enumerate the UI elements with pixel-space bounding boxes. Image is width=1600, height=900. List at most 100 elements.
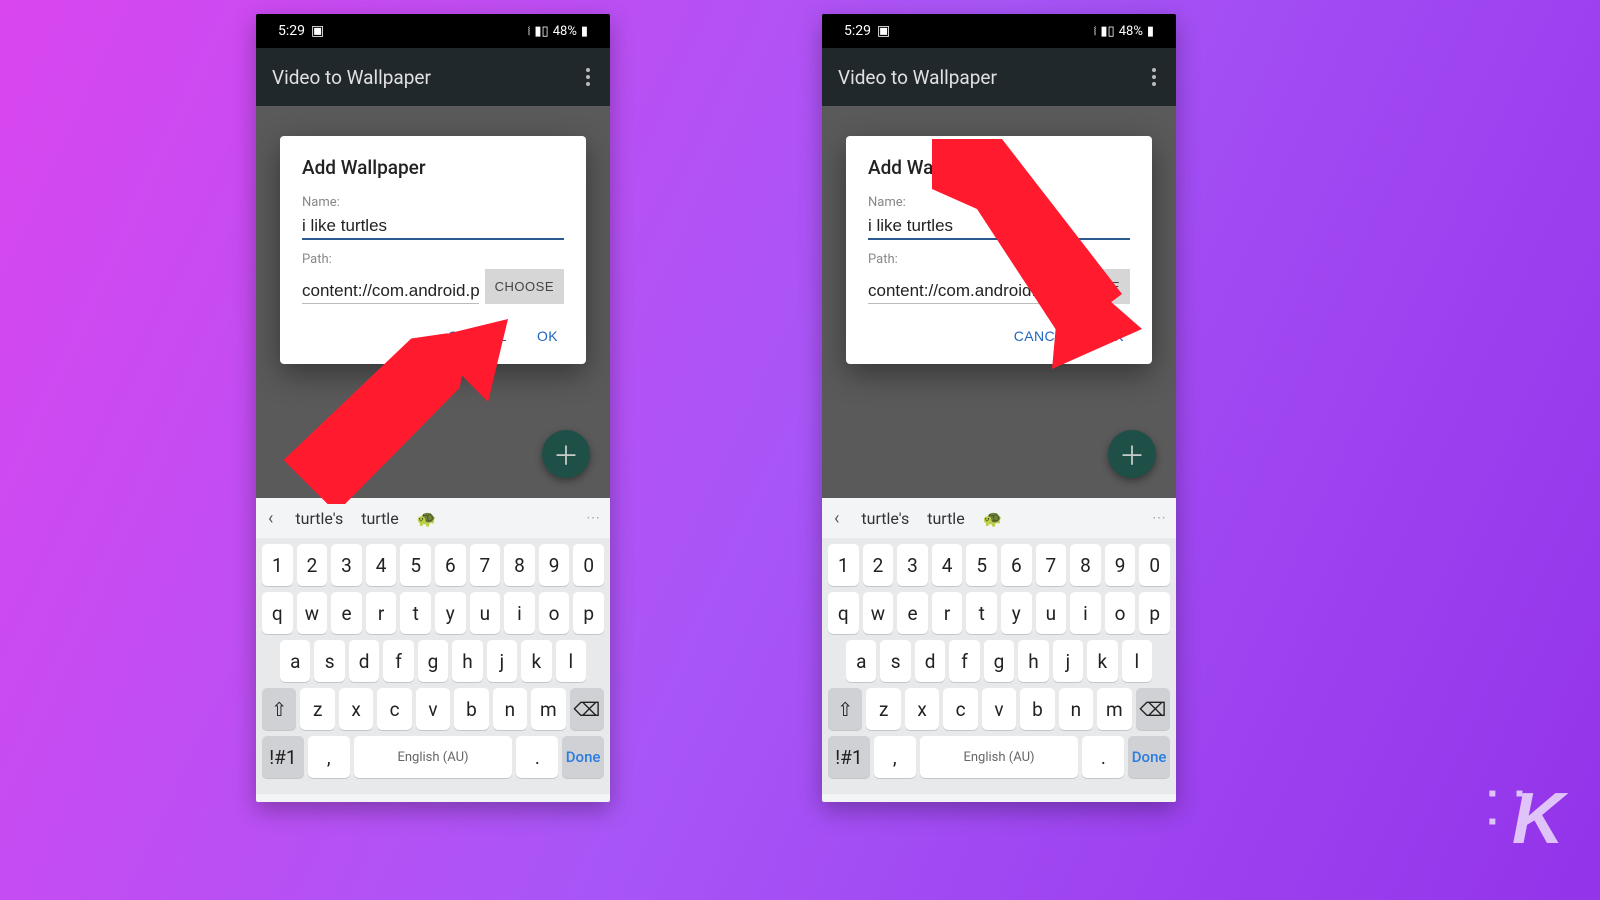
- key-z[interactable]: z: [300, 688, 334, 730]
- key-period[interactable]: .: [516, 736, 558, 778]
- cancel-button[interactable]: CANCEL: [446, 322, 509, 350]
- key-h[interactable]: h: [452, 640, 482, 682]
- path-input[interactable]: [868, 277, 1045, 304]
- key-4[interactable]: 4: [932, 544, 963, 586]
- key-c[interactable]: c: [943, 688, 977, 730]
- choose-button[interactable]: CHOOSE: [1051, 269, 1130, 304]
- key-o[interactable]: o: [1105, 592, 1136, 634]
- key-t[interactable]: t: [966, 592, 997, 634]
- key-b[interactable]: b: [454, 688, 488, 730]
- suggestion-2[interactable]: turtle: [361, 509, 398, 528]
- name-input[interactable]: [868, 212, 1130, 240]
- suggestion-1[interactable]: turtle's: [295, 509, 343, 528]
- key-w[interactable]: w: [863, 592, 894, 634]
- key-c[interactable]: c: [377, 688, 411, 730]
- suggestion-back-icon[interactable]: ‹: [264, 506, 277, 531]
- key-0[interactable]: 0: [573, 544, 604, 586]
- key-r[interactable]: r: [932, 592, 963, 634]
- key-3[interactable]: 3: [331, 544, 362, 586]
- key-space[interactable]: English (AU): [920, 736, 1079, 778]
- key-u[interactable]: u: [1036, 592, 1067, 634]
- suggestion-1[interactable]: turtle's: [861, 509, 909, 528]
- key-s[interactable]: s: [314, 640, 344, 682]
- key-5[interactable]: 5: [400, 544, 431, 586]
- key-4[interactable]: 4: [366, 544, 397, 586]
- choose-button[interactable]: CHOOSE: [485, 269, 564, 304]
- key-o[interactable]: o: [539, 592, 570, 634]
- key-3[interactable]: 3: [897, 544, 928, 586]
- key-period[interactable]: .: [1082, 736, 1124, 778]
- key-backspace[interactable]: ⌫: [570, 688, 604, 730]
- key-n[interactable]: n: [493, 688, 527, 730]
- key-i[interactable]: i: [1070, 592, 1101, 634]
- key-a[interactable]: a: [846, 640, 876, 682]
- key-k[interactable]: k: [521, 640, 551, 682]
- key-5[interactable]: 5: [966, 544, 997, 586]
- key-j[interactable]: j: [1053, 640, 1083, 682]
- key-shift[interactable]: ⇧: [262, 688, 296, 730]
- key-0[interactable]: 0: [1139, 544, 1170, 586]
- key-f[interactable]: f: [383, 640, 413, 682]
- suggestion-emoji[interactable]: 🐢: [983, 509, 1003, 528]
- key-v[interactable]: v: [416, 688, 450, 730]
- key-done[interactable]: Done: [562, 736, 604, 778]
- key-8[interactable]: 8: [504, 544, 535, 586]
- key-n[interactable]: n: [1059, 688, 1093, 730]
- key-7[interactable]: 7: [470, 544, 501, 586]
- key-6[interactable]: 6: [1001, 544, 1032, 586]
- key-2[interactable]: 2: [297, 544, 328, 586]
- add-fab[interactable]: ＋: [542, 430, 590, 478]
- key-symbols[interactable]: !#1: [828, 736, 870, 778]
- key-8[interactable]: 8: [1070, 544, 1101, 586]
- key-l[interactable]: l: [1122, 640, 1152, 682]
- key-1[interactable]: 1: [828, 544, 859, 586]
- key-y[interactable]: y: [1001, 592, 1032, 634]
- key-g[interactable]: g: [418, 640, 448, 682]
- key-1[interactable]: 1: [262, 544, 293, 586]
- key-d[interactable]: d: [349, 640, 379, 682]
- path-input[interactable]: [302, 277, 479, 304]
- suggestion-back-icon[interactable]: ‹: [830, 506, 843, 531]
- key-done[interactable]: Done: [1128, 736, 1170, 778]
- key-e[interactable]: e: [897, 592, 928, 634]
- key-s[interactable]: s: [880, 640, 910, 682]
- key-symbols[interactable]: !#1: [262, 736, 304, 778]
- key-q[interactable]: q: [262, 592, 293, 634]
- key-6[interactable]: 6: [435, 544, 466, 586]
- key-p[interactable]: p: [1139, 592, 1170, 634]
- key-shift[interactable]: ⇧: [828, 688, 862, 730]
- key-w[interactable]: w: [297, 592, 328, 634]
- key-h[interactable]: h: [1018, 640, 1048, 682]
- key-v[interactable]: v: [982, 688, 1016, 730]
- key-y[interactable]: y: [435, 592, 466, 634]
- key-u[interactable]: u: [470, 592, 501, 634]
- key-space[interactable]: English (AU): [354, 736, 513, 778]
- key-m[interactable]: m: [1097, 688, 1131, 730]
- suggestion-more-icon[interactable]: ⋯: [586, 510, 602, 526]
- key-g[interactable]: g: [984, 640, 1014, 682]
- add-fab[interactable]: ＋: [1108, 430, 1156, 478]
- overflow-menu-icon[interactable]: [1148, 64, 1160, 90]
- key-d[interactable]: d: [915, 640, 945, 682]
- key-9[interactable]: 9: [539, 544, 570, 586]
- key-x[interactable]: x: [905, 688, 939, 730]
- key-k[interactable]: k: [1087, 640, 1117, 682]
- key-7[interactable]: 7: [1036, 544, 1067, 586]
- ok-button[interactable]: OK: [1101, 322, 1126, 350]
- key-2[interactable]: 2: [863, 544, 894, 586]
- cancel-button[interactable]: CANCEL: [1012, 322, 1075, 350]
- key-m[interactable]: m: [531, 688, 565, 730]
- key-comma[interactable]: ,: [308, 736, 350, 778]
- key-q[interactable]: q: [828, 592, 859, 634]
- key-backspace[interactable]: ⌫: [1136, 688, 1170, 730]
- key-b[interactable]: b: [1020, 688, 1054, 730]
- key-l[interactable]: l: [556, 640, 586, 682]
- suggestion-emoji[interactable]: 🐢: [417, 509, 437, 528]
- key-comma[interactable]: ,: [874, 736, 916, 778]
- key-f[interactable]: f: [949, 640, 979, 682]
- suggestion-more-icon[interactable]: ⋯: [1152, 510, 1168, 526]
- key-t[interactable]: t: [400, 592, 431, 634]
- key-r[interactable]: r: [366, 592, 397, 634]
- key-e[interactable]: e: [331, 592, 362, 634]
- name-input[interactable]: [302, 212, 564, 240]
